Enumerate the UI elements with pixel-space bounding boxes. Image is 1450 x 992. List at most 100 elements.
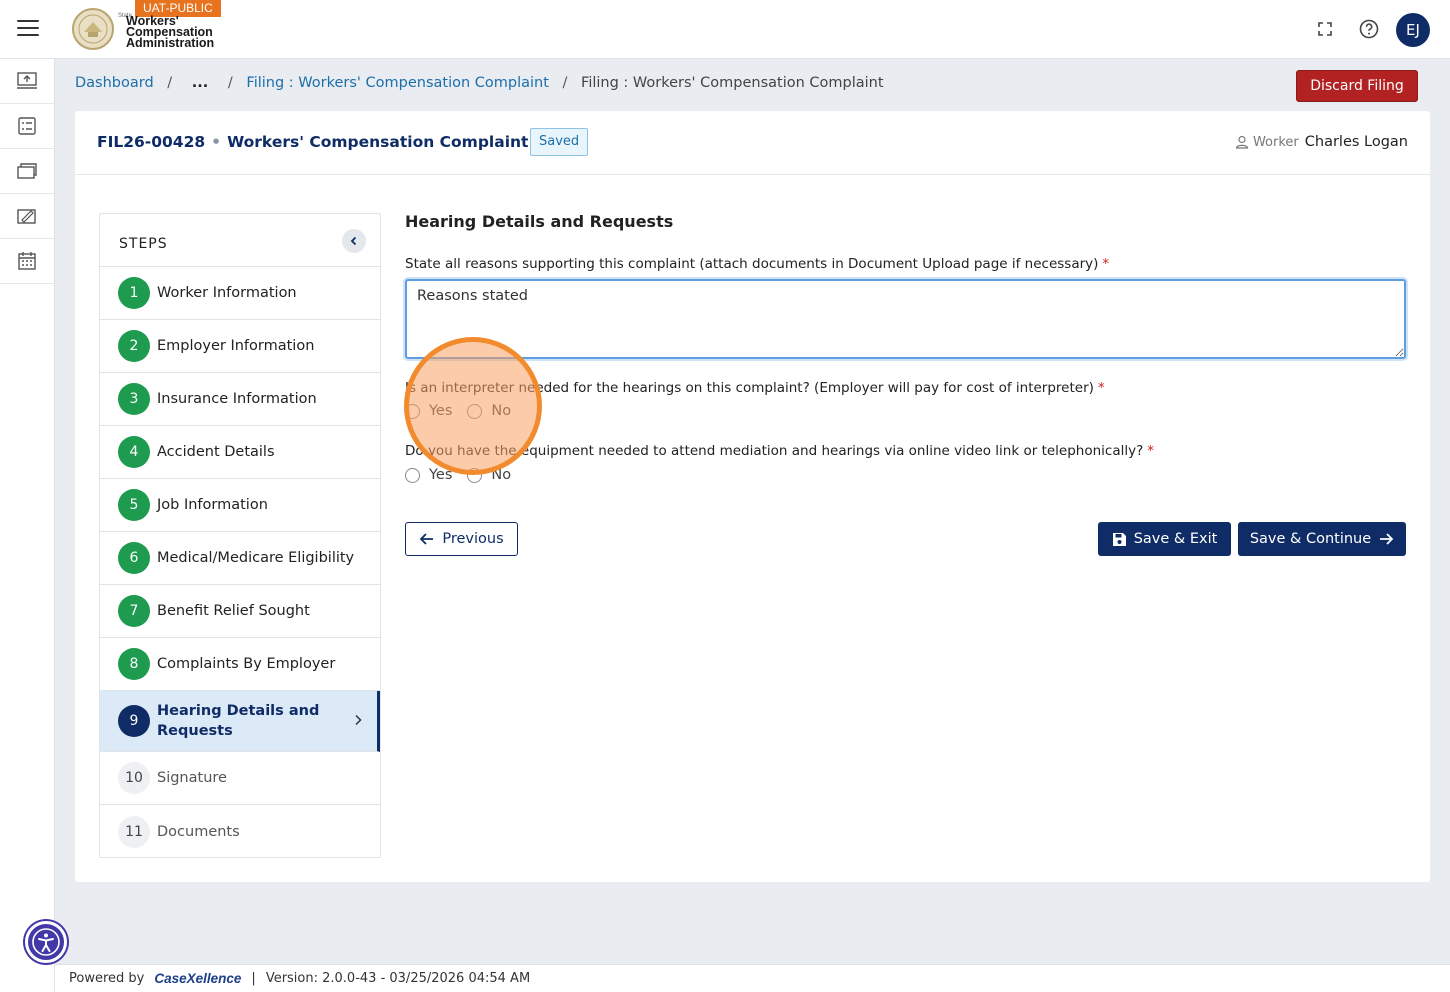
step-number: 10 (118, 762, 150, 794)
breadcrumb-current: Filing : Workers' Compensation Complaint (581, 75, 884, 91)
breadcrumb-separator: / (167, 75, 173, 91)
step-label: Job Information (157, 497, 268, 513)
worker-info: Worker Charles Logan (1235, 134, 1408, 150)
step-label: Signature (157, 770, 227, 786)
yes-label: Yes (429, 403, 453, 419)
interpreter-radio-group: Yes No (405, 403, 526, 419)
steps-title: STEPS (119, 236, 168, 252)
casexellence-logo[interactable]: CaseXellence (154, 971, 241, 986)
step-label: Documents (157, 823, 240, 840)
steps-header: STEPS (100, 214, 380, 267)
step-worker-information[interactable]: 1 Worker Information (100, 267, 380, 320)
equipment-no-radio[interactable] (467, 467, 483, 483)
rail-document-edit[interactable] (0, 194, 54, 239)
step-medical-eligibility[interactable]: 6 Medical/Medicare Eligibility (100, 532, 380, 585)
step-label: Employer Information (157, 338, 315, 354)
equipment-yes-radio[interactable] (405, 467, 420, 483)
save-continue-label: Save & Continue (1249, 531, 1372, 547)
save-continue-button[interactable]: Save & Continue (1238, 522, 1406, 556)
step-number: 5 (118, 489, 150, 521)
fullscreen-icon[interactable] (1314, 18, 1336, 40)
step-accident-details[interactable]: 4 Accident Details (100, 426, 380, 479)
required-mark: * (1097, 380, 1105, 396)
interpreter-question-text: Is an interpreter needed for the hearing… (405, 380, 1094, 396)
rail-calendar[interactable] (0, 239, 54, 284)
user-avatar[interactable]: EJ (1396, 13, 1430, 47)
collapse-steps-button[interactable] (342, 229, 366, 253)
reasons-question-label: State all reasons supporting this compla… (405, 256, 1109, 272)
breadcrumb-dashboard[interactable]: Dashboard (75, 75, 154, 91)
title-separator: • (211, 133, 222, 151)
menu-icon[interactable] (17, 20, 39, 38)
user-icon (1235, 135, 1249, 149)
breadcrumb-filing-link[interactable]: Filing : Workers' Compensation Complaint (246, 75, 549, 91)
steps-panel: STEPS 1 Worker Information 2 Employer In… (99, 213, 381, 858)
chevron-right-icon (355, 714, 362, 726)
filing-name: Workers' Compensation Complaint (227, 133, 529, 151)
previous-button[interactable]: Previous (405, 522, 518, 556)
interpreter-yes-radio[interactable] (405, 403, 420, 419)
equipment-question-text: Do you have the equipment needed to atte… (405, 443, 1144, 459)
equipment-yes-option[interactable]: Yes (405, 467, 452, 483)
step-complaints-by-employer[interactable]: 8 Complaints By Employer (100, 638, 380, 691)
step-hearing-details[interactable]: 9 Hearing Details and Requests (100, 691, 380, 752)
reasons-question-text: State all reasons supporting this compla… (405, 256, 1099, 272)
rail-checklist[interactable] (0, 104, 54, 149)
discard-filing-button[interactable]: Discard Filing (1296, 70, 1418, 102)
help-icon[interactable] (1358, 18, 1380, 40)
step-employer-information[interactable]: 2 Employer Information (100, 320, 380, 373)
save-exit-button[interactable]: Save & Exit (1098, 522, 1231, 556)
footer: Powered by CaseXellence | Version: 2.0.0… (55, 964, 1450, 992)
interpreter-no-option[interactable]: No (467, 403, 511, 419)
step-job-information[interactable]: 5 Job Information (100, 479, 380, 532)
step-label: Hearing Details and Requests (157, 703, 320, 739)
checklist-icon (18, 117, 36, 135)
previous-label: Previous (442, 531, 504, 547)
brand-name: Workers' Compensation Administration (126, 15, 214, 50)
calendar-icon (18, 252, 36, 270)
step-benefit-relief-sought[interactable]: 7 Benefit Relief Sought (100, 585, 380, 638)
status-badge: Saved (530, 128, 589, 156)
chevron-left-icon (350, 236, 357, 246)
step-label: Accident Details (157, 444, 275, 460)
step-number: 4 (118, 436, 150, 468)
accessibility-button[interactable] (25, 921, 67, 963)
filing-header: FIL26-00428 • Workers' Compensation Compla… (75, 111, 1430, 175)
interpreter-no-radio[interactable] (467, 403, 483, 419)
step-number: 9 (118, 705, 150, 737)
step-label: Medical/Medicare Eligibility (157, 550, 355, 566)
worker-name: Charles Logan (1304, 134, 1408, 150)
step-number: 8 (118, 648, 150, 680)
breadcrumb-separator: / (562, 75, 568, 91)
step-label: Worker Information (157, 285, 297, 301)
rail-briefcase[interactable] (0, 149, 54, 194)
step-documents[interactable]: 11 Documents (100, 805, 380, 858)
step-label: Complaints By Employer (157, 656, 336, 672)
no-label: No (491, 467, 512, 483)
rail-upload[interactable] (0, 59, 54, 104)
breadcrumb-ellipsis[interactable]: ... (192, 75, 209, 91)
worker-label: Worker (1252, 134, 1299, 150)
document-edit-icon (17, 209, 36, 224)
reasons-textarea[interactable]: Reasons stated (405, 279, 1406, 359)
interpreter-yes-option[interactable]: Yes (405, 403, 452, 419)
version-info: Version: 2.0.0-43 - 03/25/2026 04:54 AM (265, 971, 531, 986)
arrow-left-icon (420, 533, 434, 545)
save-exit-label: Save & Exit (1133, 531, 1218, 547)
step-signature[interactable]: 10 Signature (100, 752, 380, 805)
step-number: 1 (118, 277, 150, 309)
equipment-no-option[interactable]: No (467, 467, 511, 483)
no-label: No (491, 403, 512, 419)
arrow-right-icon (1380, 533, 1394, 545)
step-insurance-information[interactable]: 3 Insurance Information (100, 373, 380, 426)
section-title: Hearing Details and Requests (405, 212, 674, 231)
step-number: 3 (118, 383, 150, 415)
step-number: 2 (118, 330, 150, 362)
equipment-radio-group: Yes No (405, 467, 526, 483)
state-seal-logo (72, 8, 114, 50)
breadcrumb-separator: / (227, 75, 233, 91)
yes-label: Yes (429, 467, 453, 483)
top-bar: UAT-PUBLIC State Workers' Compensation A… (0, 0, 1450, 59)
footer-divider: | (251, 971, 256, 986)
accessibility-icon (32, 928, 60, 956)
